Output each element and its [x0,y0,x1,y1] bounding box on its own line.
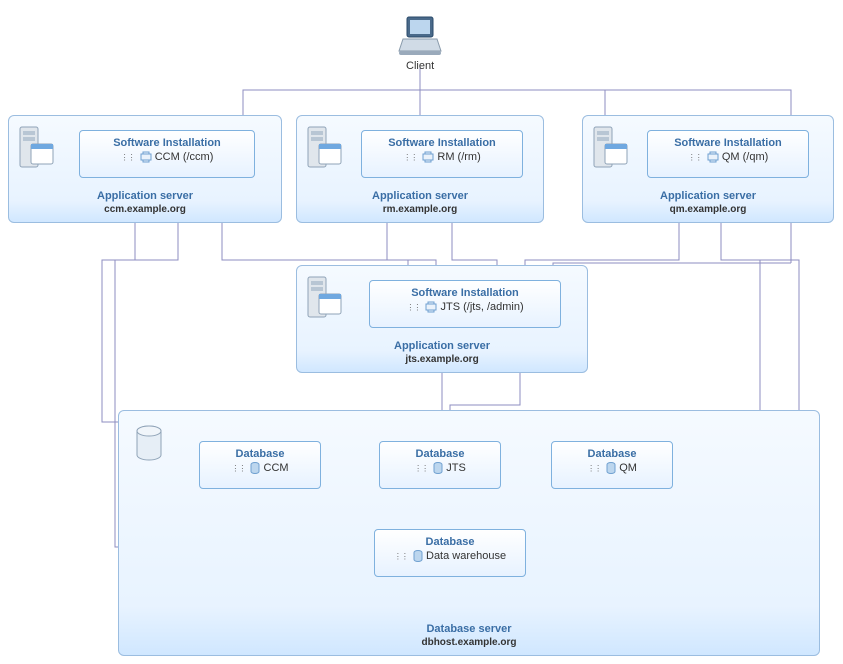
server-icon [593,126,629,170]
qm-software-installation: Software Installation ⋮⋮ QM (/qm) [647,130,809,178]
server-footer: Application server rm.example.org [297,190,543,216]
diagram-canvas: Client Software Installation ⋮⋮ CCM (/cc… [0,0,843,664]
server-role: Database server [119,623,819,636]
database-server: Database ⋮⋮ CCM Database ⋮⋮ JTS Database… [118,410,820,656]
box-sub-text: JTS [446,462,466,474]
jts-app-server: Software Installation ⋮⋮ JTS (/jts, /adm… [296,265,588,373]
box-title: Database [375,536,525,548]
dots-icon: ⋮⋮ [231,464,245,473]
box-sub: ⋮⋮ JTS [380,462,500,474]
server-footer: Database server dbhost.example.org [119,623,819,649]
server-role: Application server [297,190,543,203]
server-host: ccm.example.org [9,203,281,216]
server-host: rm.example.org [297,203,543,216]
server-host: jts.example.org [297,353,587,366]
box-title: Software Installation [648,137,808,149]
dots-icon: ⋮⋮ [414,464,428,473]
server-icon [19,126,55,170]
box-title: Database [380,448,500,460]
box-sub-text: QM (/qm) [722,151,768,163]
server-footer: Application server qm.example.org [583,190,833,216]
box-sub-text: CCM [264,462,289,474]
client-icon [395,15,445,57]
box-sub-text: CCM (/ccm) [155,151,214,163]
qm-app-server: Software Installation ⋮⋮ QM (/qm) Applic… [582,115,834,223]
box-title: Software Installation [370,287,560,299]
box-sub: ⋮⋮ CCM [200,462,320,474]
box-sub-text: Data warehouse [426,550,506,562]
server-footer: Application server jts.example.org [297,340,587,366]
dots-icon: ⋮⋮ [394,552,408,561]
jts-software-installation: Software Installation ⋮⋮ JTS (/jts, /adm… [369,280,561,328]
box-sub-text: JTS (/jts, /admin) [441,301,524,313]
server-icon [307,126,343,170]
box-title: Software Installation [362,137,522,149]
dots-icon: ⋮⋮ [403,153,417,162]
box-sub: ⋮⋮ RM (/rm) [362,151,522,163]
server-role: Application server [583,190,833,203]
db-qm: Database ⋮⋮ QM [551,441,673,489]
box-sub-text: QM [619,462,637,474]
server-role: Application server [297,340,587,353]
dots-icon: ⋮⋮ [688,153,702,162]
server-icon [307,276,343,320]
rm-software-installation: Software Installation ⋮⋮ RM (/rm) [361,130,523,178]
db-data-warehouse: Database ⋮⋮ Data warehouse [374,529,526,577]
box-sub: ⋮⋮ QM (/qm) [648,151,808,163]
box-sub-text: RM (/rm) [437,151,480,163]
client-label: Client [406,60,434,72]
ccm-app-server: Software Installation ⋮⋮ CCM (/ccm) Appl… [8,115,282,223]
dots-icon: ⋮⋮ [587,464,601,473]
box-title: Database [552,448,672,460]
box-sub: ⋮⋮ Data warehouse [375,550,525,562]
server-host: dbhost.example.org [119,636,819,649]
rm-app-server: Software Installation ⋮⋮ RM (/rm) Applic… [296,115,544,223]
dots-icon: ⋮⋮ [121,153,135,162]
server-footer: Application server ccm.example.org [9,190,281,216]
box-title: Database [200,448,320,460]
server-host: qm.example.org [583,203,833,216]
server-role: Application server [9,190,281,203]
dots-icon: ⋮⋮ [406,303,420,312]
db-ccm: Database ⋮⋮ CCM [199,441,321,489]
ccm-software-installation: Software Installation ⋮⋮ CCM (/ccm) [79,130,255,178]
db-server-icon [135,425,163,461]
box-sub: ⋮⋮ QM [552,462,672,474]
box-sub: ⋮⋮ CCM (/ccm) [80,151,254,163]
db-jts: Database ⋮⋮ JTS [379,441,501,489]
box-sub: ⋮⋮ JTS (/jts, /admin) [370,301,560,313]
box-title: Software Installation [80,137,254,149]
